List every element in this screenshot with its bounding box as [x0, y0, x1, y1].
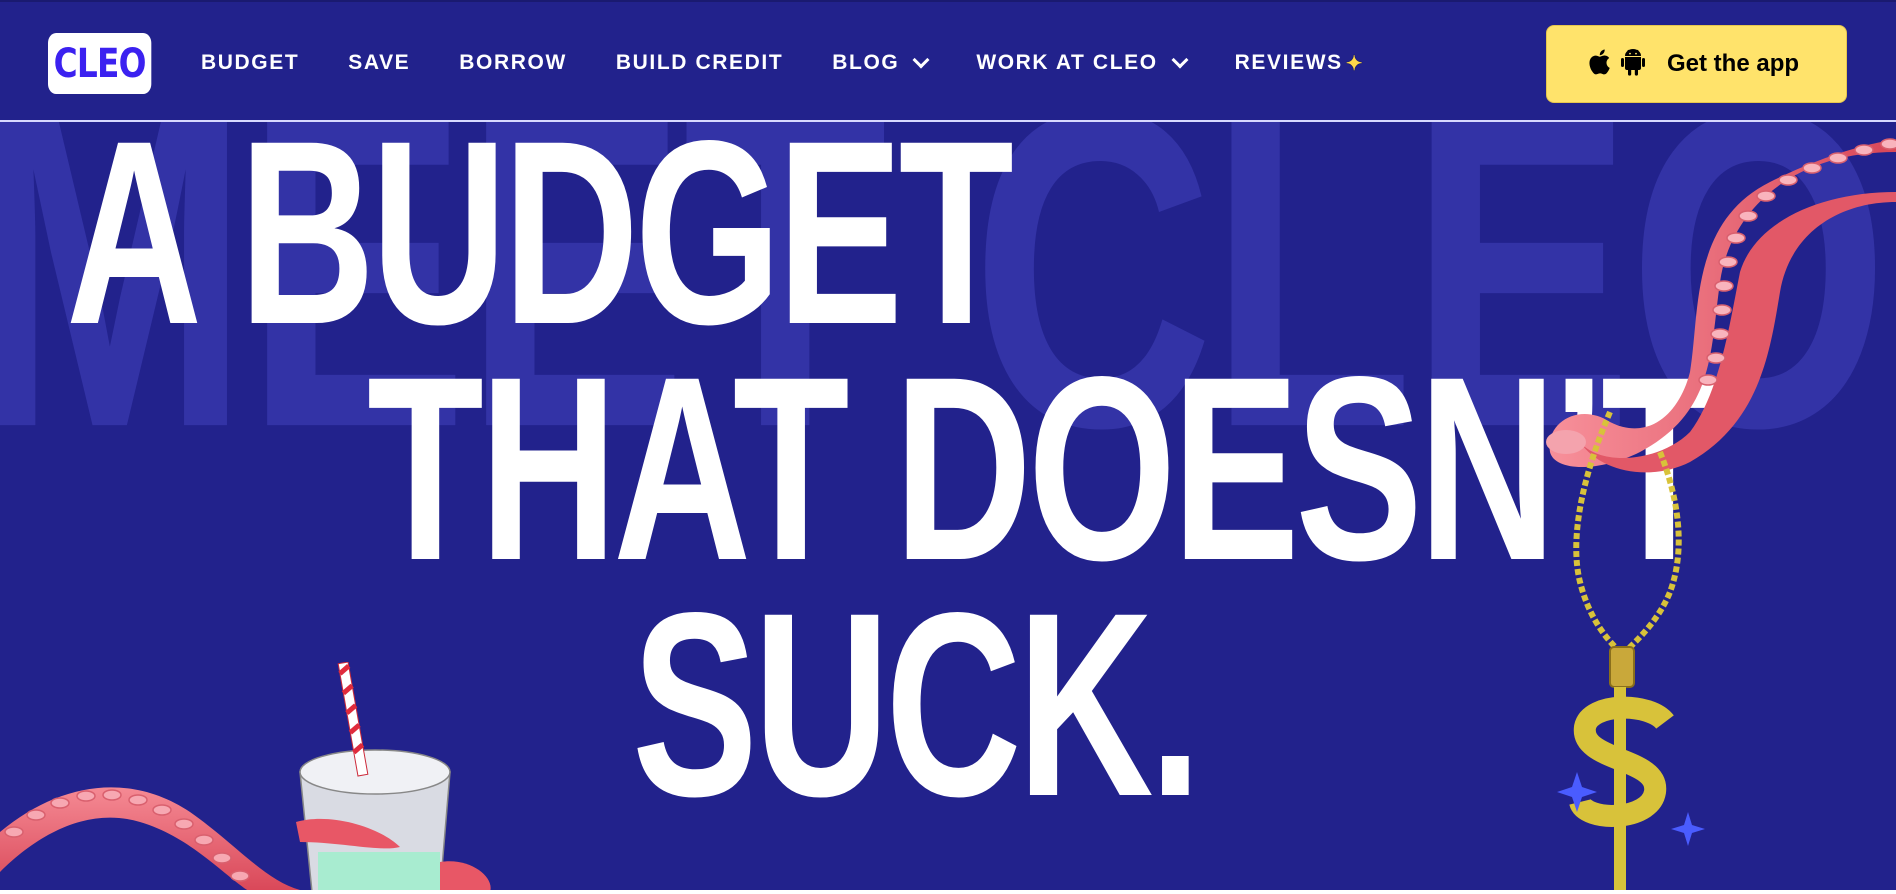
nav-label: BUDGET	[201, 51, 300, 74]
nav-item-budget[interactable]: BUDGET	[201, 51, 299, 75]
chevron-down-icon	[1171, 51, 1189, 68]
nav-label: BLOG	[832, 51, 900, 74]
get-the-app-button[interactable]: Get the app	[1546, 25, 1847, 103]
apple-icon	[1587, 48, 1611, 81]
chevron-down-icon	[912, 51, 930, 68]
android-icon	[1621, 48, 1645, 81]
left-tentacle-illustration	[0, 662, 491, 892]
get-the-app-label: Get the app	[1667, 50, 1800, 77]
right-tentacle-illustration	[1546, 138, 1896, 892]
hero-headline-line-3: SUCK.	[632, 558, 1202, 851]
nav-label: BUILD CREDIT	[615, 51, 784, 74]
nav-item-build-credit[interactable]: BUILD CREDIT	[616, 51, 783, 75]
hero-section: MEET CLEO A BUDGET THAT DOESN’T SUCK.	[0, 122, 1896, 892]
page-bottom-edge	[0, 890, 1896, 894]
nav-item-borrow[interactable]: BORROW	[459, 51, 567, 75]
sparkle-icon: ✦	[1345, 52, 1365, 75]
nav-item-work-at-cleo[interactable]: WORK AT CLEO	[976, 51, 1189, 75]
nav-label: WORK AT CLEO	[976, 51, 1158, 74]
nav-item-blog[interactable]: BLOG	[832, 51, 930, 75]
nav-label: REVIEWS	[1234, 51, 1343, 74]
main-nav: BUDGET SAVE BORROW BUILD CREDIT BLOG WOR…	[201, 48, 1364, 78]
nav-label: SAVE	[348, 51, 411, 74]
nav-item-reviews[interactable]: REVIEWS ✦	[1235, 51, 1364, 76]
top-navigation-bar: CLEO BUDGET SAVE BORROW BUILD CREDIT BLO…	[0, 0, 1896, 122]
page: CLEO BUDGET SAVE BORROW BUILD CREDIT BLO…	[0, 0, 1896, 894]
nav-label: BORROW	[459, 51, 567, 74]
nav-item-save[interactable]: SAVE	[348, 51, 410, 75]
cleo-logo[interactable]: CLEO	[48, 33, 152, 94]
